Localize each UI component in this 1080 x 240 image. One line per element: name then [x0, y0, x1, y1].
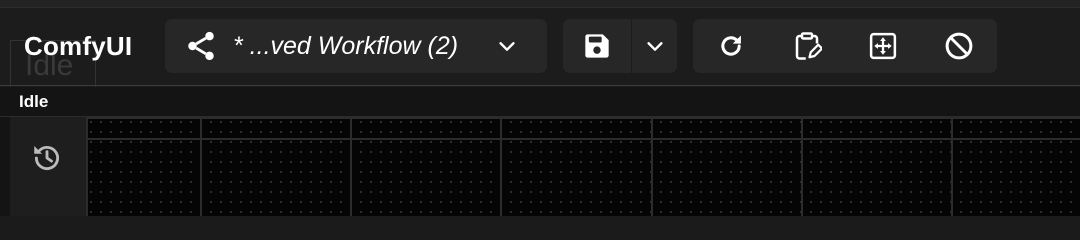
canvas-grid-line: [500, 117, 502, 216]
floppy-disk-icon: [583, 32, 611, 60]
side-toolbar-edge: [0, 117, 10, 216]
clipboard-edit-button[interactable]: [769, 19, 845, 73]
canvas-grid-line: [801, 117, 803, 216]
fit-view-button[interactable]: [845, 19, 921, 73]
ban-icon: [944, 31, 974, 61]
canvas-grid-line: [86, 138, 1080, 140]
refresh-button[interactable]: [693, 19, 769, 73]
history-button[interactable]: [24, 136, 70, 180]
chevron-down-icon[interactable]: [487, 26, 527, 66]
share-nodes-icon[interactable]: [179, 24, 223, 68]
queue-status-label: Idle: [19, 92, 49, 111]
save-button-group: [563, 19, 677, 73]
clipboard-edit-icon: [792, 31, 822, 61]
graph-canvas[interactable]: [86, 117, 1080, 216]
canvas-grid-line: [651, 117, 653, 216]
canvas-grid-line: [951, 117, 953, 216]
clear-button[interactable]: [921, 19, 997, 73]
action-buttons-group: [693, 19, 997, 73]
workflow-name[interactable]: * ...ved Workflow (2): [233, 32, 485, 61]
canvas-grid-line: [200, 117, 202, 216]
history-icon: [30, 141, 64, 175]
window-top-edge: [0, 0, 1080, 8]
chevron-down-icon: [644, 35, 666, 57]
save-options-button[interactable]: [633, 19, 677, 73]
canvas-grid-line: [350, 117, 352, 216]
status-bar: Idle: [0, 87, 1080, 117]
refresh-icon: [717, 32, 745, 60]
app-brand: ComfyUI: [24, 31, 133, 61]
workflow-tab[interactable]: * ...ved Workflow (2): [165, 19, 547, 73]
fit-view-icon: [868, 31, 898, 61]
save-button[interactable]: [563, 19, 632, 73]
